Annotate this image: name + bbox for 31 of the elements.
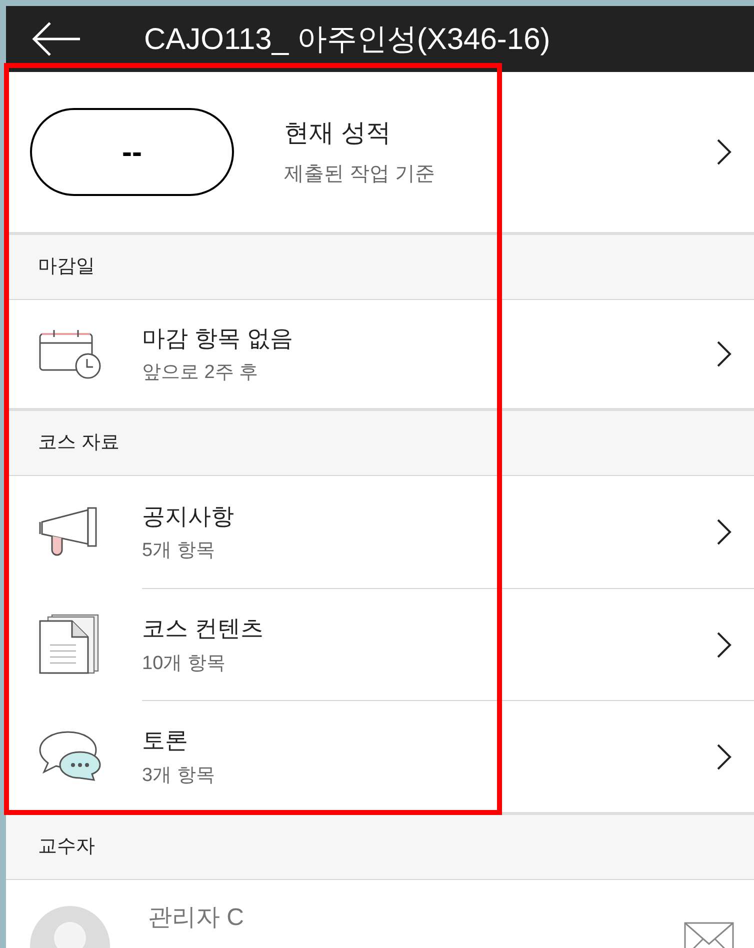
section-heading: 코스 자료 (38, 430, 120, 455)
grade-pill: -- (30, 108, 234, 196)
row-title: 코스 컨텐츠 (142, 614, 264, 643)
instructor-row[interactable]: 관리자 C (6, 880, 754, 948)
chevron-right-icon (716, 742, 732, 770)
list-row[interactable]: 마감 항목 없음 앞으로 2주 후 (6, 300, 754, 408)
list-row[interactable]: 토론 3개 항목 (6, 700, 754, 812)
section-heading: 교수자 (38, 834, 95, 859)
row-title: 토론 (142, 726, 189, 755)
row-title: 공지사항 (142, 502, 235, 530)
chevron-right-icon (716, 630, 732, 658)
instructor-name: 관리자 C (148, 903, 245, 933)
row-title: 마감 항목 없음 (142, 324, 294, 352)
mail-icon[interactable] (684, 922, 734, 948)
back-arrow-icon (30, 21, 82, 57)
chat-bubbles-icon (38, 730, 102, 782)
course-title: CAJO113_ 아주인성(X346-16) (144, 22, 550, 58)
chevron-right-icon (716, 518, 732, 546)
chevron-right-icon (716, 340, 732, 368)
section-heading: 마감일 (38, 254, 95, 279)
row-subtitle: 3개 항목 (142, 764, 216, 788)
chevron-right-icon (716, 138, 732, 166)
row-subtitle: 10개 항목 (142, 652, 226, 676)
grade-title: 현재 성적 (284, 118, 392, 150)
grade-subtitle: 제출된 작업 기준 (284, 162, 436, 187)
list-row[interactable]: 공지사항 5개 항목 (6, 476, 754, 588)
row-subtitle: 앞으로 2주 후 (142, 361, 260, 385)
list-row[interactable]: 코스 컨텐츠 10개 항목 (6, 588, 754, 700)
row-subtitle: 5개 항목 (142, 539, 216, 563)
grade-row[interactable]: -- 현재 성적 제출된 작업 기준 (6, 72, 754, 232)
calendar-clock-icon (38, 328, 102, 380)
